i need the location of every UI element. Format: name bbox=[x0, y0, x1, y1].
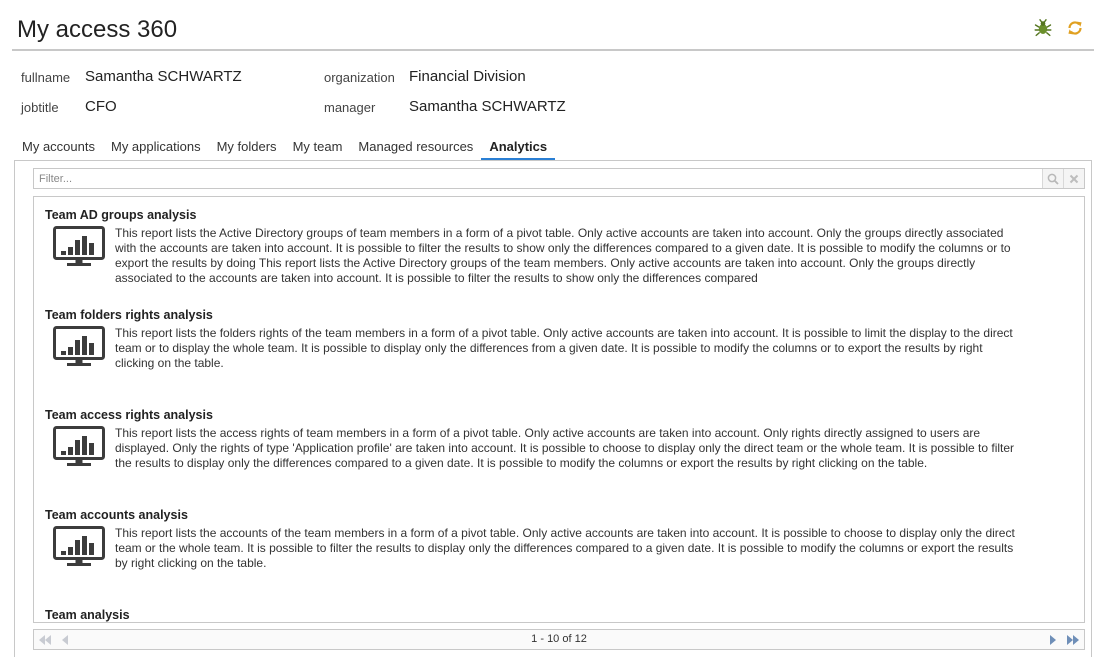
report-title[interactable]: Team folders rights analysis bbox=[45, 308, 213, 322]
organization-label: organization bbox=[324, 70, 395, 85]
tab-analytics[interactable]: Analytics bbox=[481, 137, 556, 161]
title-bar: My access 360 bbox=[12, 10, 1094, 51]
identity-row-1: fullname Samantha SCHWARTZ organization … bbox=[21, 67, 721, 89]
identity-row-2: jobtitle CFO manager Samantha SCHWARTZ bbox=[21, 97, 721, 119]
tab-my-applications[interactable]: My applications bbox=[103, 137, 209, 161]
tab-managed-resources[interactable]: Managed resources bbox=[350, 137, 481, 161]
report-description: This report lists the accounts of the te… bbox=[115, 526, 1015, 570]
report-description: This report lists the access rights of t… bbox=[115, 426, 1015, 470]
chart-monitor-icon[interactable] bbox=[53, 526, 105, 568]
tab-bar: My accounts My applications My folders M… bbox=[14, 137, 556, 161]
filter-input[interactable] bbox=[34, 169, 1042, 188]
report-title[interactable]: Team analysis bbox=[45, 608, 130, 622]
tab-my-team[interactable]: My team bbox=[285, 137, 351, 161]
report-title[interactable]: Team access rights analysis bbox=[45, 408, 213, 422]
page-status: 1 - 10 of 12 bbox=[531, 633, 587, 645]
list-item[interactable]: Team folders rights analysis This report… bbox=[45, 308, 1075, 404]
jobtitle-label: jobtitle bbox=[21, 100, 59, 115]
next-page-icon[interactable] bbox=[1044, 631, 1062, 648]
chart-monitor-icon[interactable] bbox=[53, 226, 105, 268]
search-icon[interactable] bbox=[1042, 169, 1063, 188]
list-item[interactable]: Team accounts analysis This report lists… bbox=[45, 508, 1075, 604]
clear-icon[interactable] bbox=[1063, 169, 1084, 188]
tab-my-accounts[interactable]: My accounts bbox=[14, 137, 103, 161]
page-title: My access 360 bbox=[17, 16, 178, 43]
refresh-icon[interactable] bbox=[1066, 19, 1084, 37]
manager-value: Samantha SCHWARTZ bbox=[409, 98, 566, 115]
report-description: This report lists the Active Directory g… bbox=[115, 226, 1011, 285]
report-list: Team AD groups analysis This report list… bbox=[33, 196, 1085, 623]
report-title[interactable]: Team AD groups analysis bbox=[45, 208, 196, 222]
chart-monitor-icon[interactable] bbox=[53, 326, 105, 368]
filter-bar bbox=[33, 168, 1085, 189]
pagination-bar: 1 - 10 of 12 bbox=[33, 629, 1085, 650]
organization-value: Financial Division bbox=[409, 68, 526, 85]
chart-monitor-icon[interactable] bbox=[53, 426, 105, 468]
report-title[interactable]: Team accounts analysis bbox=[45, 508, 188, 522]
jobtitle-value: CFO bbox=[85, 98, 117, 115]
bug-icon[interactable] bbox=[1034, 19, 1052, 37]
tab-my-folders[interactable]: My folders bbox=[209, 137, 285, 161]
list-item[interactable]: Team analysis bbox=[45, 608, 1075, 622]
last-page-icon[interactable] bbox=[1064, 631, 1082, 648]
identity-info: fullname Samantha SCHWARTZ organization … bbox=[21, 67, 721, 117]
manager-label: manager bbox=[324, 100, 376, 115]
fullname-label: fullname bbox=[21, 70, 71, 85]
list-item[interactable]: Team access rights analysis This report … bbox=[45, 408, 1075, 504]
analytics-panel: Team AD groups analysis This report list… bbox=[14, 160, 1092, 657]
report-description: This report lists the folders rights of … bbox=[115, 326, 1013, 370]
top-toolbar bbox=[1034, 19, 1084, 37]
fullname-value: Samantha SCHWARTZ bbox=[85, 68, 242, 85]
list-item[interactable]: Team AD groups analysis This report list… bbox=[45, 208, 1075, 304]
